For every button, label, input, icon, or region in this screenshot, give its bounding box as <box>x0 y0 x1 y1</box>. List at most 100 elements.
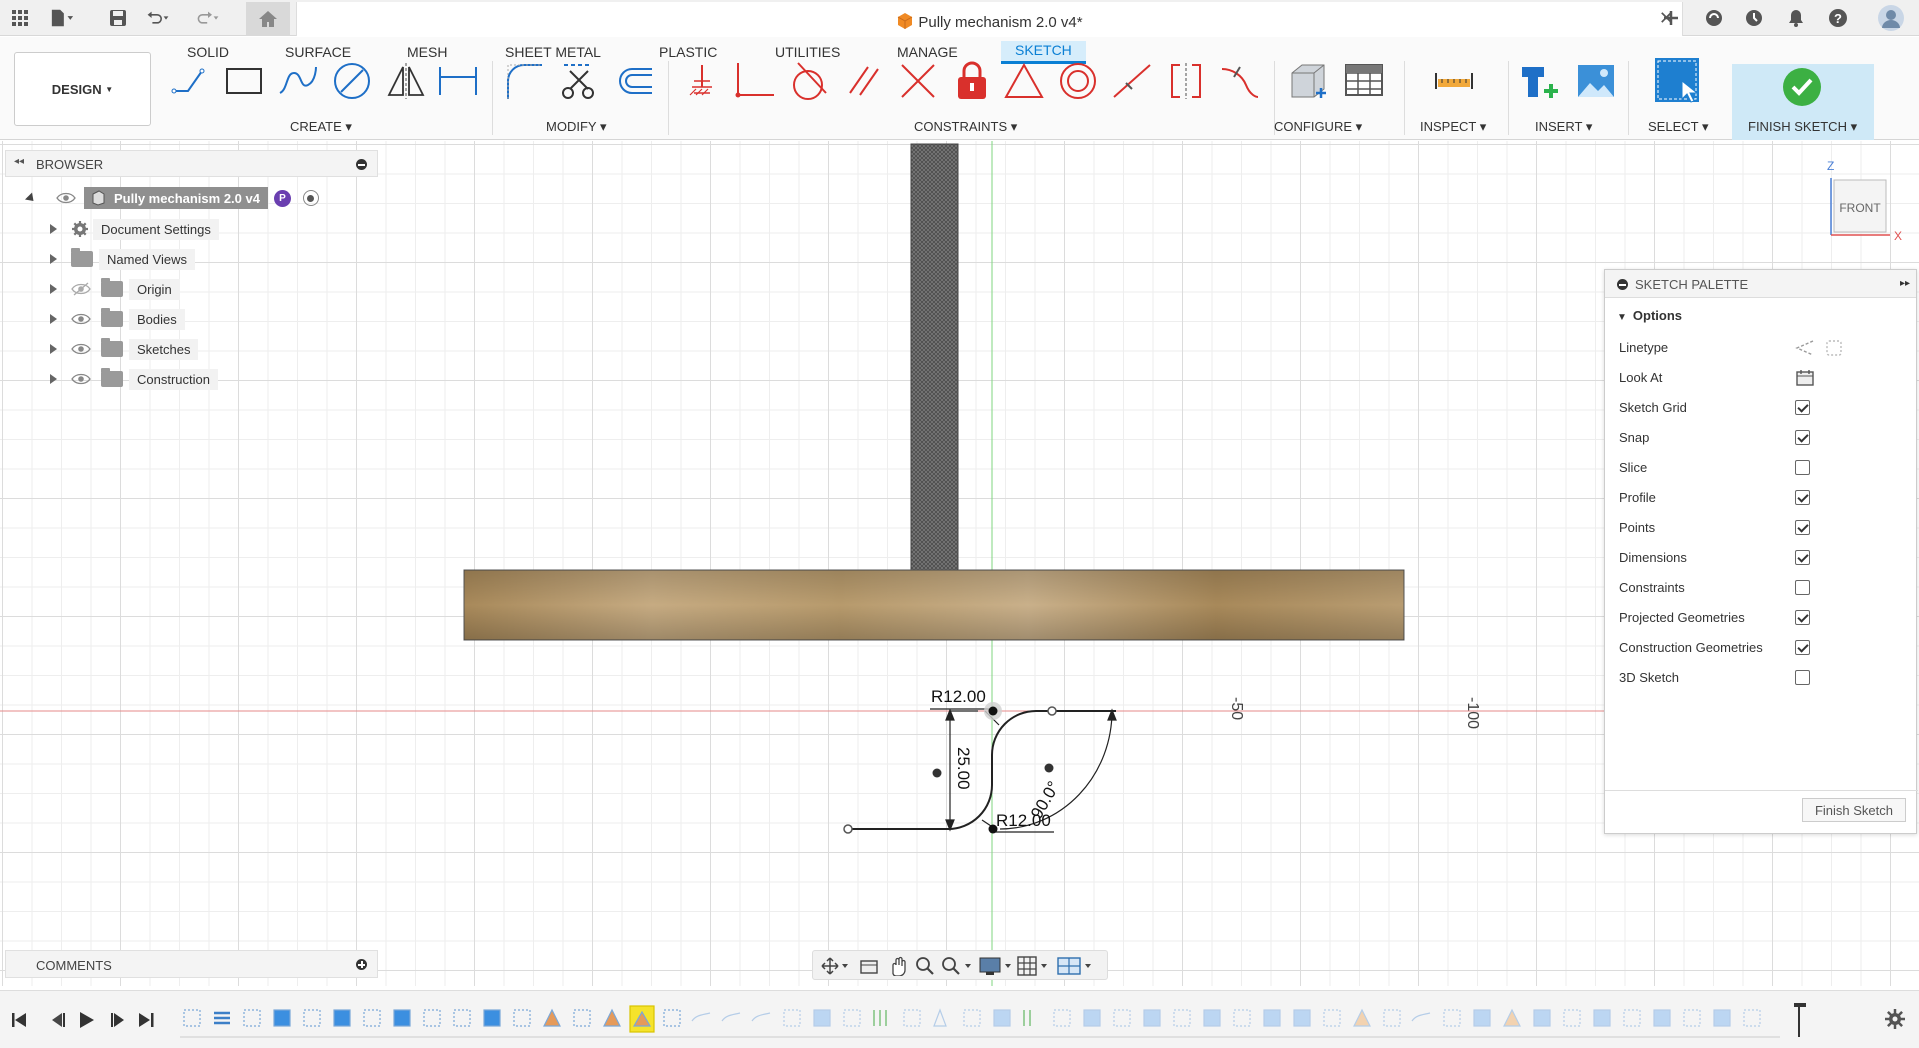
expand-icon[interactable] <box>50 284 57 294</box>
browser-options-icon[interactable] <box>356 159 367 170</box>
inspect-group-label[interactable]: INSPECT ▾ <box>1420 119 1486 135</box>
curvature-icon[interactable] <box>1218 59 1262 103</box>
timeline-playback-controls[interactable] <box>10 1009 160 1031</box>
insert-group-label[interactable]: INSERT ▾ <box>1535 119 1592 135</box>
perpendicular-icon[interactable] <box>896 59 940 103</box>
look-at-icon[interactable] <box>1795 369 1815 387</box>
notifications-icon[interactable] <box>1784 6 1808 30</box>
browser-item-named-views[interactable]: Named Views <box>50 247 195 271</box>
lock-icon[interactable] <box>950 59 994 103</box>
comments-panel[interactable]: COMMENTS <box>5 950 378 978</box>
viewports-icon[interactable] <box>1057 956 1095 976</box>
browser-item-origin[interactable]: Origin <box>50 277 180 301</box>
equal-icon[interactable] <box>1002 59 1046 103</box>
look-at-nav-icon[interactable] <box>859 957 879 975</box>
browser-item-construction[interactable]: Construction <box>50 367 218 391</box>
browser-item-document-settings[interactable]: Document Settings <box>50 217 219 241</box>
view-cube[interactable]: FRONT Z X <box>1827 159 1902 243</box>
circle-tool-icon[interactable] <box>330 59 374 103</box>
sketch-palette-header[interactable]: SKETCH PALETTE ▸▸ <box>1605 270 1916 298</box>
browser-item-bodies[interactable]: Bodies <box>50 307 185 331</box>
visibility-hidden-icon[interactable] <box>71 282 91 296</box>
parallel-icon[interactable] <box>842 59 886 103</box>
tab-plastic[interactable]: PLASTIC <box>659 44 717 60</box>
modify-group-label[interactable]: MODIFY ▾ <box>546 119 606 135</box>
browser-item-sketches[interactable]: Sketches <box>50 337 199 361</box>
sketch-point[interactable] <box>1047 706 1057 716</box>
display-settings-icon[interactable] <box>979 956 1013 976</box>
orbit-icon[interactable] <box>821 957 849 975</box>
constraints-group-label[interactable]: CONSTRAINTS ▾ <box>914 119 1017 135</box>
workspace-switcher[interactable]: DESIGN ▼ <box>14 52 151 126</box>
linetype-icon[interactable] <box>1795 339 1815 357</box>
undo-icon[interactable] <box>146 6 170 30</box>
fix-unfix-icon[interactable] <box>680 59 724 103</box>
visibility-icon[interactable] <box>56 191 76 205</box>
wooden-base-body[interactable] <box>463 569 1405 641</box>
visibility-icon[interactable] <box>71 372 91 386</box>
tab-manage[interactable]: MANAGE <box>897 44 958 60</box>
palette-options-icon[interactable] <box>1617 279 1628 290</box>
expand-icon[interactable] <box>50 224 57 234</box>
projected-geometries-checkbox[interactable] <box>1795 610 1810 625</box>
threaded-rod-body[interactable] <box>910 143 959 572</box>
profile-checkbox[interactable] <box>1795 490 1810 505</box>
redo-icon[interactable] <box>196 6 220 30</box>
canvas-image-icon[interactable] <box>1574 59 1618 103</box>
sketch-dimension-icon[interactable] <box>436 59 480 103</box>
file-icon[interactable] <box>50 6 74 30</box>
pan-icon[interactable] <box>887 956 907 976</box>
select-icon[interactable] <box>1652 55 1702 105</box>
browser-root-node[interactable]: Pully mechanism 2.0 v4 P <box>24 186 319 210</box>
dimension-height[interactable]: 25.00 <box>954 747 973 790</box>
sketch-grid-checkbox[interactable] <box>1795 400 1810 415</box>
slice-checkbox[interactable] <box>1795 460 1810 475</box>
construction-linetype-icon[interactable] <box>1825 339 1845 357</box>
profile-avatar[interactable] <box>1876 3 1906 33</box>
points-checkbox[interactable] <box>1795 520 1810 535</box>
configuration-table-icon[interactable] <box>1342 59 1386 103</box>
rectangle-tool-icon[interactable] <box>222 59 266 103</box>
visibility-icon[interactable] <box>71 312 91 326</box>
help-icon[interactable]: ? <box>1826 6 1850 30</box>
coincident-icon[interactable] <box>734 59 778 103</box>
home-tab[interactable] <box>246 2 290 36</box>
zoom-icon[interactable] <box>915 956 935 976</box>
construction-geometries-checkbox[interactable] <box>1795 640 1810 655</box>
extensions-icon[interactable] <box>1702 6 1726 30</box>
parameters-icon[interactable] <box>1286 59 1330 103</box>
dimension-angle[interactable]: 90.0° <box>1027 778 1063 822</box>
constraints-checkbox[interactable] <box>1795 580 1810 595</box>
tab-sheet-metal[interactable]: SHEET METAL <box>505 44 601 60</box>
timeline-marker[interactable] <box>1794 1003 1806 1037</box>
tangent-icon[interactable] <box>788 59 832 103</box>
concentric-icon[interactable] <box>1056 59 1100 103</box>
visibility-icon[interactable] <box>71 342 91 356</box>
arc-center-point[interactable] <box>932 768 942 778</box>
expand-icon[interactable] <box>50 254 57 264</box>
options-section-header[interactable]: ▼ Options <box>1617 308 1682 323</box>
midpoint-icon[interactable] <box>1110 59 1154 103</box>
tab-utilities[interactable]: UTILITIES <box>775 44 840 60</box>
grid-snaps-icon[interactable] <box>1017 956 1051 976</box>
finish-sketch-button[interactable]: Finish Sketch <box>1802 798 1906 822</box>
tab-surface[interactable]: SURFACE <box>285 44 351 60</box>
configure-group-label[interactable]: CONFIGURE ▾ <box>1274 119 1362 135</box>
profile-badge[interactable]: P <box>273 189 291 207</box>
trim-tool-icon[interactable] <box>556 59 600 103</box>
3d-sketch-checkbox[interactable] <box>1795 670 1810 685</box>
mirror-tool-icon[interactable] <box>384 59 428 103</box>
spline-tool-icon[interactable] <box>276 59 320 103</box>
expand-icon[interactable] <box>50 344 57 354</box>
sketch-profile[interactable] <box>848 710 1116 830</box>
activate-component-icon[interactable] <box>302 190 319 206</box>
sketch-point[interactable] <box>843 824 853 834</box>
timeline-feature-strip[interactable] <box>180 1001 1820 1041</box>
line-tool-icon[interactable] <box>168 59 212 103</box>
add-comment-icon[interactable] <box>356 959 367 970</box>
new-tab-icon[interactable] <box>1659 6 1683 30</box>
insert-derive-icon[interactable] <box>1518 59 1562 103</box>
tab-mesh[interactable]: MESH <box>407 44 447 60</box>
select-group-label[interactable]: SELECT ▾ <box>1648 119 1708 135</box>
collapse-panel-icon[interactable]: ◂◂ <box>14 156 24 167</box>
